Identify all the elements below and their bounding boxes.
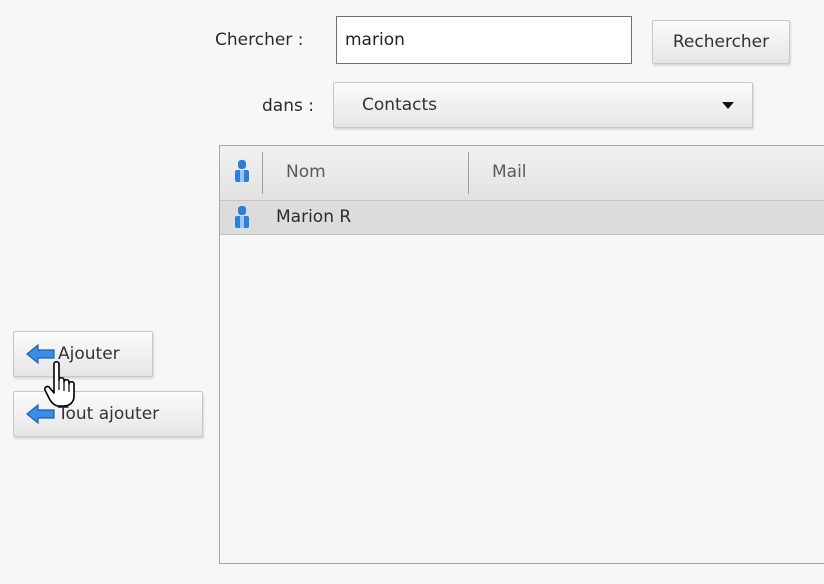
search-input[interactable]: [336, 16, 632, 64]
arrow-left-icon: [26, 403, 55, 425]
column-header-name[interactable]: Nom: [286, 162, 326, 182]
scope-select[interactable]: Contacts: [333, 82, 753, 128]
search-label: Chercher :: [215, 30, 304, 50]
table-header: Nom Mail: [220, 146, 824, 201]
row-name: Marion R: [276, 207, 352, 227]
column-header-mail[interactable]: Mail: [492, 162, 527, 182]
scope-select-value: Contacts: [362, 95, 437, 115]
user-icon: [235, 206, 249, 228]
column-separator[interactable]: [468, 152, 469, 194]
user-icon: [235, 160, 249, 182]
column-separator[interactable]: [262, 152, 263, 194]
add-all-button[interactable]: Tout ajouter: [13, 391, 203, 437]
chevron-down-icon: [722, 102, 734, 109]
add-button[interactable]: Ajouter: [13, 331, 153, 377]
arrow-left-icon: [26, 343, 55, 365]
search-button[interactable]: Rechercher: [652, 20, 790, 64]
scope-label: dans :: [262, 96, 314, 116]
results-table: Nom Mail Marion R: [219, 145, 824, 564]
add-button-label: Ajouter: [58, 344, 120, 364]
add-all-button-label: Tout ajouter: [58, 404, 160, 424]
table-row[interactable]: Marion R: [220, 201, 824, 235]
